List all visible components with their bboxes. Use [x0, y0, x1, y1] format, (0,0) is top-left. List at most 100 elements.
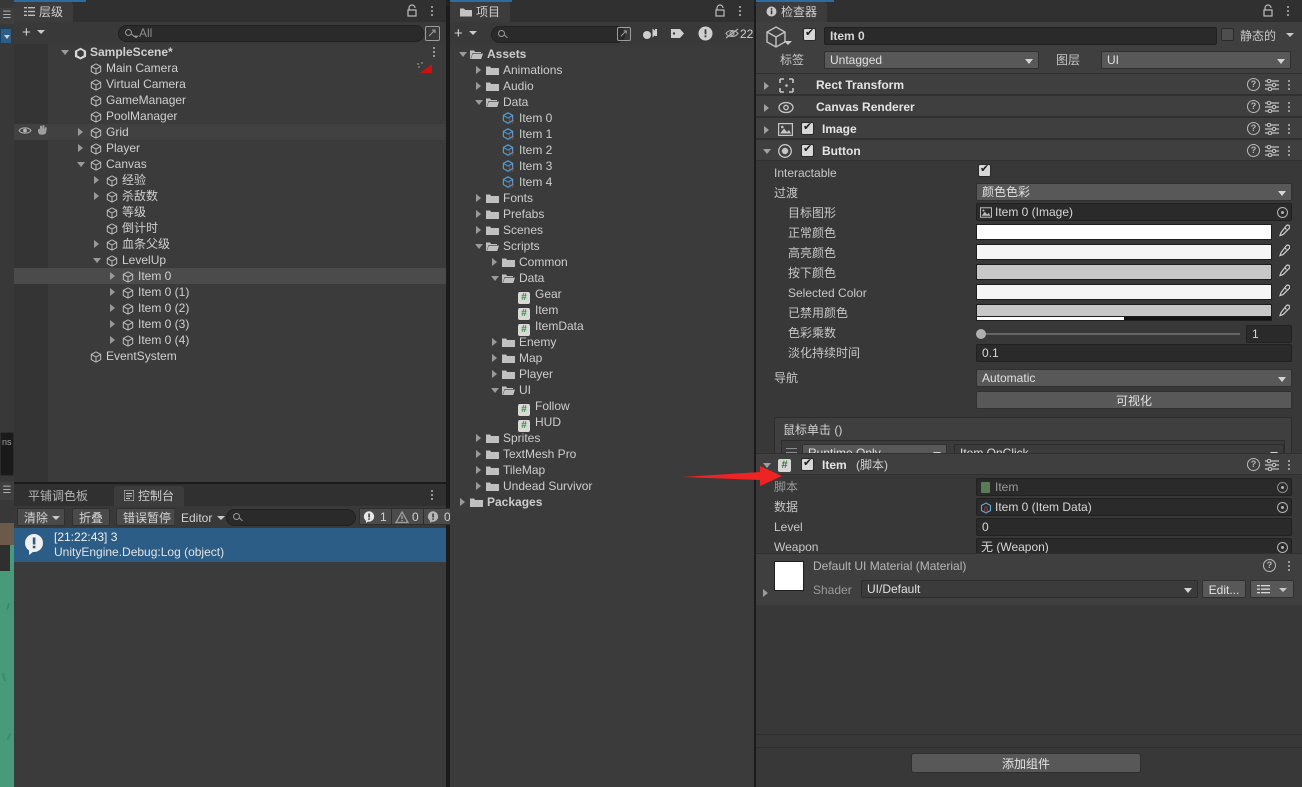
component-menu-icon[interactable] — [1283, 122, 1295, 136]
static-checkbox[interactable] — [1221, 28, 1234, 41]
layer-dropdown[interactable]: UI — [1101, 51, 1291, 69]
hierarchy-item--[interactable]: 等级 — [14, 204, 446, 220]
scene-menu-icon[interactable] — [428, 45, 440, 59]
chevron-right-icon[interactable] — [476, 66, 481, 74]
chevron-down-icon[interactable] — [763, 463, 771, 468]
project-item-ui[interactable]: UI — [450, 382, 754, 398]
console-clear-button[interactable]: 清除 — [17, 508, 66, 526]
hierarchy-item-item-0-4-[interactable]: Item 0 (4) — [14, 332, 446, 348]
material-menu-icon[interactable] — [1283, 559, 1295, 573]
console-collapse-button[interactable]: 折叠 — [72, 508, 111, 526]
chevron-right-icon[interactable] — [110, 320, 115, 328]
console-log-list[interactable]: [21:22:43] 3 UnityEngine.Debug:Log (obje… — [14, 528, 446, 787]
preset-icon[interactable] — [1265, 78, 1279, 92]
chevron-down-icon[interactable] — [491, 388, 499, 393]
project-item-gear[interactable]: # Gear — [450, 286, 754, 304]
shader-edit-button[interactable]: Edit... — [1202, 580, 1246, 598]
hierarchy-item-poolmanager[interactable]: PoolManager — [14, 108, 446, 124]
hierarchy-item-player[interactable]: Player — [14, 140, 446, 156]
chevron-right-icon[interactable] — [476, 434, 481, 442]
component-header-rect-transform[interactable]: Rect Transform ? — [756, 73, 1302, 95]
color-multiplier-slider[interactable] — [978, 333, 1240, 335]
selected-color-swatch[interactable] — [976, 284, 1272, 300]
chevron-right-icon[interactable] — [94, 176, 99, 184]
component-menu-icon[interactable] — [1283, 458, 1295, 472]
help-icon[interactable]: ? — [1247, 122, 1260, 135]
eye-icon[interactable] — [18, 124, 32, 138]
hierarchy-item-item-0-1-[interactable]: Item 0 (1) — [14, 284, 446, 300]
project-item-scenes[interactable]: Scenes — [450, 222, 754, 238]
help-icon[interactable]: ? — [1263, 559, 1276, 572]
warning-icon[interactable] — [698, 26, 713, 44]
project-item-audio[interactable]: Audio — [450, 78, 754, 94]
chevron-right-icon[interactable] — [492, 338, 497, 346]
console-search-input[interactable] — [226, 509, 356, 526]
chevron-right-icon[interactable] — [78, 128, 83, 136]
level-input[interactable]: 0 — [976, 518, 1292, 536]
chevron-right-icon[interactable] — [476, 210, 481, 218]
chevron-down-icon[interactable] — [475, 100, 483, 105]
project-item-scripts[interactable]: Scripts — [450, 238, 754, 254]
project-item-item-3[interactable]: {} Item 3 — [450, 158, 754, 174]
game-tab-sliver[interactable]: ☰ — [0, 482, 14, 500]
project-item-assets[interactable]: Assets — [450, 46, 754, 62]
color-multiplier-slider-knob[interactable] — [976, 329, 986, 339]
eyedropper-icon[interactable] — [1277, 264, 1291, 278]
project-item-item-1[interactable]: {} Item 1 — [450, 126, 754, 142]
gameobject-name-input[interactable]: Item 0 — [824, 27, 1217, 45]
tab-hierarchy[interactable]: 层级 — [14, 2, 74, 22]
project-item-textmesh-pro[interactable]: TextMesh Pro — [450, 446, 754, 462]
chevron-right-icon[interactable] — [110, 288, 115, 296]
eyedropper-icon[interactable] — [1277, 244, 1291, 258]
chevron-down-icon[interactable] — [491, 276, 499, 281]
component-menu-icon[interactable] — [1283, 78, 1295, 92]
project-item-sprites[interactable]: Sprites — [450, 430, 754, 446]
hierarchy-menu-icon[interactable] — [426, 4, 438, 18]
data-field[interactable]: {} Item 0 (Item Data) — [976, 498, 1292, 516]
scene-tab-sliver[interactable]: ☰ — [0, 8, 14, 24]
component-header-button[interactable]: Button ? — [756, 139, 1302, 161]
highlighted-color-swatch[interactable] — [976, 244, 1272, 260]
target-graphic-field[interactable]: Item 0 (Image) — [976, 203, 1292, 221]
project-item-prefabs[interactable]: Prefabs — [450, 206, 754, 222]
console-editor-dropdown[interactable]: Editor — [174, 508, 230, 526]
image-enabled-checkbox[interactable] — [801, 120, 814, 135]
chevron-down-icon[interactable] — [475, 244, 483, 249]
help-icon[interactable]: ? — [1247, 144, 1260, 157]
material-options-button[interactable] — [1250, 580, 1294, 598]
pressed-color-swatch[interactable] — [976, 264, 1272, 280]
tab-tile-palette[interactable]: 平铺调色板 — [18, 486, 98, 506]
interactable-checkbox[interactable] — [978, 162, 991, 177]
chevron-right-icon[interactable] — [476, 450, 481, 458]
chevron-down-icon[interactable] — [459, 52, 467, 57]
chevron-right-icon[interactable] — [476, 466, 481, 474]
chevron-right-icon[interactable] — [110, 272, 115, 280]
preset-icon[interactable] — [1265, 100, 1279, 114]
hierarchy-item-grid[interactable]: Grid — [14, 124, 446, 140]
static-dropdown-caret-icon[interactable] — [1286, 33, 1294, 37]
tab-project[interactable]: 项目 — [450, 2, 511, 22]
chevron-right-icon[interactable] — [764, 104, 769, 112]
row-visibility-controls[interactable] — [18, 124, 49, 140]
hand-pickability-icon[interactable] — [36, 124, 49, 138]
chevron-right-icon[interactable] — [476, 82, 481, 90]
console-menu-icon[interactable] — [426, 488, 438, 502]
chevron-right-icon[interactable] — [110, 304, 115, 312]
item-script-enabled-checkbox[interactable] — [801, 456, 814, 471]
hierarchy-item-eventsystem[interactable]: EventSystem — [14, 348, 446, 364]
inspector-menu-icon[interactable] — [1282, 4, 1294, 18]
hierarchy-item-levelup[interactable]: LevelUp — [14, 252, 446, 268]
project-add-button[interactable]: + — [454, 24, 477, 44]
component-menu-icon[interactable] — [1283, 144, 1295, 158]
console-error-pause-button[interactable]: 错误暂停 — [116, 508, 179, 526]
chevron-down-icon[interactable] — [61, 50, 69, 55]
project-item-data[interactable]: Data — [450, 94, 754, 110]
project-tree[interactable]: Assets Animations Audio Data {} Item 0 {} Item … — [450, 46, 754, 787]
add-component-button[interactable]: 添加组件 — [911, 753, 1141, 773]
chevron-down-icon[interactable] — [763, 149, 771, 154]
hierarchy-tree[interactable]: SampleScene* Main Camera Virtual Camera Gam… — [14, 44, 446, 482]
chevron-right-icon[interactable] — [492, 258, 497, 266]
help-icon[interactable]: ? — [1247, 100, 1260, 113]
project-item-enemy[interactable]: Enemy — [450, 334, 754, 350]
normal-color-swatch[interactable] — [976, 224, 1272, 240]
